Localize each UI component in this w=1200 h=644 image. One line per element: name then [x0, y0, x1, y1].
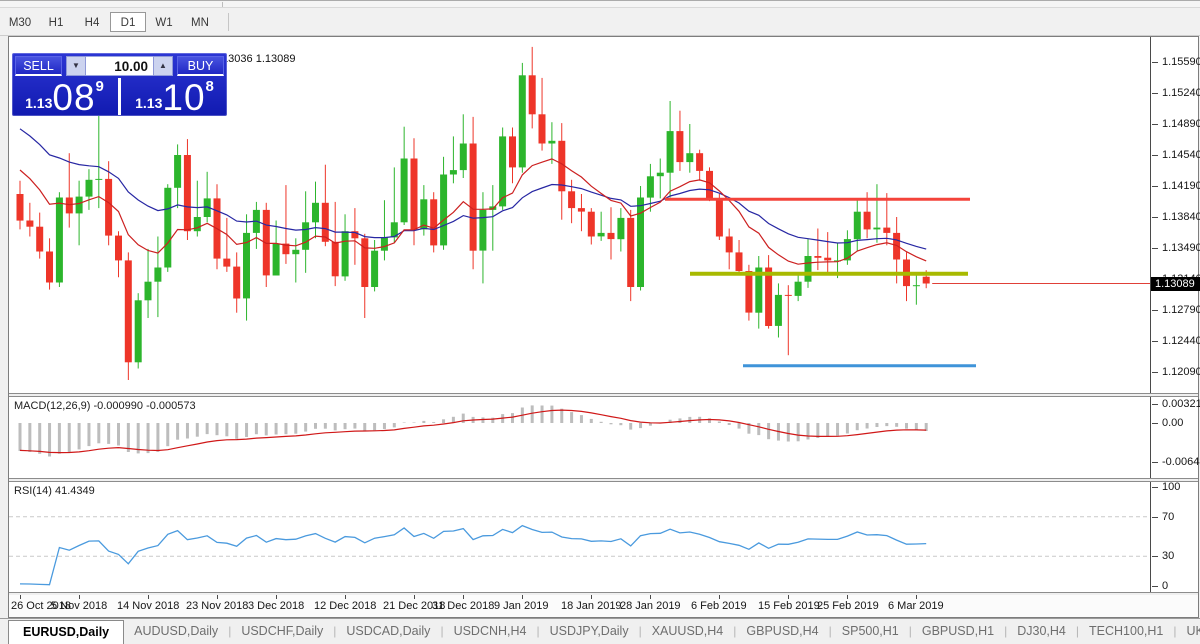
date-tick: [650, 595, 651, 599]
macd-axis-label: 0.003216: [1162, 397, 1200, 411]
buy-price-display[interactable]: 1.13 10 8: [122, 78, 227, 115]
date-axis-label: 12 Dec 2018: [314, 600, 376, 612]
rsi-pane[interactable]: [9, 482, 1150, 592]
chart-tab-usdcnhh4[interactable]: USDCNH,H4: [444, 620, 537, 644]
volume-stepper: ▼ 10.00 ▲: [66, 56, 173, 76]
date-tick: [916, 595, 917, 599]
volume-increase-button[interactable]: ▲: [153, 56, 173, 76]
chart-tab-sp500h1[interactable]: SP500,H1: [832, 620, 909, 644]
sell-price-display[interactable]: 1.13 08 9: [12, 78, 117, 115]
date-tick: [79, 595, 80, 599]
date-axis-label: 18 Jan 2019: [561, 600, 622, 612]
chart-tab-usdjpydaily[interactable]: USDJPY,Daily: [540, 620, 639, 644]
rsi-axis-label: 70: [1162, 510, 1174, 524]
rsi-label: RSI(14) 41.4349: [14, 485, 95, 497]
current-price-badge: 1.13089: [1151, 277, 1200, 291]
date-tick: [522, 595, 523, 599]
date-axis-label: 5 Nov 2018: [51, 600, 107, 612]
date-axis-label: 25 Feb 2019: [817, 600, 879, 612]
tf-button-H4[interactable]: H4: [74, 12, 110, 32]
date-tick: [719, 595, 720, 599]
tf-button-M30[interactable]: M30: [2, 12, 38, 32]
price-axis-label: 1.15240: [1162, 86, 1200, 100]
macd-label: MACD(12,26,9) -0.000990 -0.000573: [14, 400, 196, 412]
date-tick: [847, 595, 848, 599]
date-tick: [217, 595, 218, 599]
date-axis-label: 3 Dec 2018: [248, 600, 304, 612]
price-axis-label: 1.12790: [1162, 303, 1200, 317]
date-axis-label: 28 Jan 2019: [620, 600, 681, 612]
volume-decrease-button[interactable]: ▼: [66, 56, 86, 76]
chart-tab-bar: EURUSD,DailyAUDUSD,Daily|USDCHF,Daily|US…: [0, 618, 1200, 644]
date-tick: [345, 595, 346, 599]
chart-tab-audusddaily[interactable]: AUDUSD,Daily: [124, 620, 228, 644]
date-axis-label: 6 Mar 2019: [888, 600, 944, 612]
date-axis[interactable]: 26 Oct 20185 Nov 201814 Nov 201823 Nov 2…: [9, 595, 1198, 617]
date-tick: [414, 595, 415, 599]
date-axis-label: 6 Feb 2019: [691, 600, 747, 612]
chart-tab-usdcaddaily[interactable]: USDCAD,Daily: [336, 620, 440, 644]
tf-button-MN[interactable]: MN: [182, 12, 218, 32]
toolbar-edge-strip: [0, 0, 1200, 8]
price-divider: [118, 78, 121, 115]
tf-button-D1[interactable]: D1: [110, 12, 146, 32]
date-axis-label: 23 Nov 2018: [186, 600, 248, 612]
date-axis-label: 9 Jan 2019: [494, 600, 548, 612]
volume-input[interactable]: 10.00: [86, 56, 153, 76]
price-axis-label: 1.14540: [1162, 148, 1200, 162]
macd-axis-label: -0.006485: [1162, 455, 1200, 469]
buy-button[interactable]: BUY: [177, 56, 224, 76]
mt4-terminal: M30H1H4D1W1MN ▲EURUSD,Daily1.13166 1.132…: [0, 0, 1200, 644]
date-tick: [591, 595, 592, 599]
rsi-axis-label: 0: [1162, 579, 1168, 593]
rsi-axis-label: 30: [1162, 549, 1174, 563]
date-tick: [788, 595, 789, 599]
price-axis-label: 1.14190: [1162, 179, 1200, 193]
one-click-trading-panel: SELL ▼ 10.00 ▲ BUY 1.13 08 9 1.13 10: [12, 53, 227, 116]
price-axis-label: 1.12440: [1162, 334, 1200, 348]
date-axis-label: 31 Dec 2018: [432, 600, 494, 612]
sell-button[interactable]: SELL: [15, 56, 62, 76]
chart-tab-ukoil[interactable]: UKOil,: [1176, 620, 1200, 644]
tf-button-W1[interactable]: W1: [146, 12, 182, 32]
chart-tab-eurusddaily[interactable]: EURUSD,Daily: [8, 620, 124, 644]
buy-price-sup: 8: [206, 80, 214, 94]
price-axis-line: [1150, 37, 1151, 595]
macd-axis-label: 0.00: [1162, 416, 1183, 430]
date-axis-label: 15 Feb 2019: [758, 600, 820, 612]
chart-tab-dj30h4[interactable]: DJ30,H4: [1007, 620, 1076, 644]
tf-button-H1[interactable]: H1: [38, 12, 74, 32]
buy-price-prefix: 1.13: [135, 93, 162, 113]
chart-window: ▲EURUSD,Daily1.13166 1.13239 1.13036 1.1…: [8, 36, 1199, 618]
rsi-axis-label: 100: [1162, 480, 1180, 494]
price-axis-label: 1.14890: [1162, 117, 1200, 131]
date-tick: [463, 595, 464, 599]
price-axis-label: 1.12090: [1162, 365, 1200, 379]
toolbar-divider: [222, 2, 223, 7]
price-axis-label: 1.13840: [1162, 210, 1200, 224]
chart-tab-tech100h1[interactable]: TECH100,H1: [1079, 620, 1173, 644]
date-tick: [20, 595, 21, 599]
buy-price-big: 10: [162, 83, 205, 113]
date-tick: [148, 595, 149, 599]
sell-price-prefix: 1.13: [25, 93, 52, 113]
price-axis-label: 1.13490: [1162, 241, 1200, 255]
sell-price-big: 08: [52, 83, 95, 113]
chart-tab-usdchfdaily[interactable]: USDCHF,Daily: [231, 620, 333, 644]
timeframe-toolbar: M30H1H4D1W1MN: [0, 8, 1200, 36]
price-axis-label: 1.15590: [1162, 55, 1200, 69]
toolbar-separator: [228, 13, 229, 31]
chart-tab-gbpusdh1[interactable]: GBPUSD,H1: [912, 620, 1004, 644]
sell-price-sup: 9: [96, 80, 104, 94]
chart-tab-gbpusdh4[interactable]: GBPUSD,H4: [736, 620, 828, 644]
date-axis-label: 14 Nov 2018: [117, 600, 179, 612]
chart-tab-xauusdh4[interactable]: XAUUSD,H4: [642, 620, 734, 644]
date-tick: [276, 595, 277, 599]
